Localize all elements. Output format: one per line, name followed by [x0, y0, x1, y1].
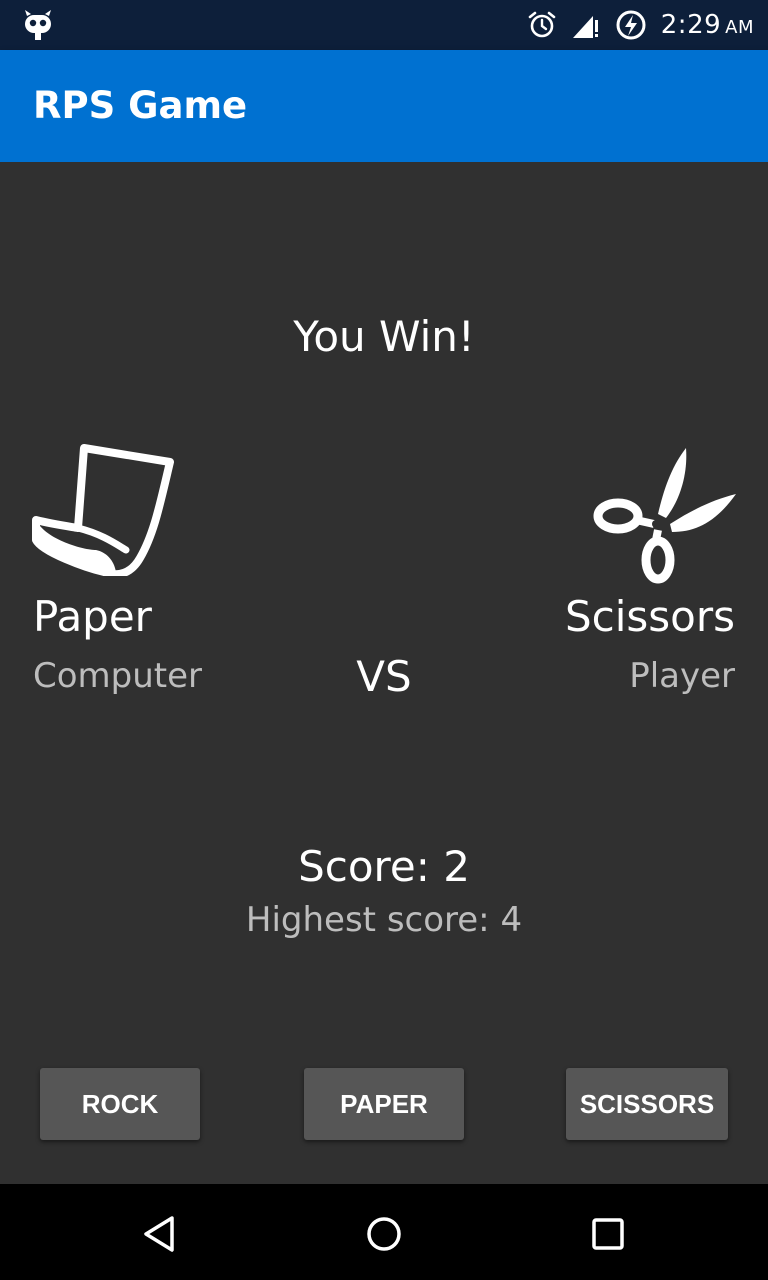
player-label: Player [629, 656, 735, 696]
status-icons: 2:29 AM [527, 0, 754, 50]
alarm-icon [528, 11, 556, 38]
highest-score-text: Highest score: 4 [245, 900, 523, 940]
signal-icon [572, 16, 598, 38]
paper-button[interactable]: PAPER [304, 1068, 464, 1140]
player-choice: Scissors [564, 592, 735, 641]
recents-icon[interactable] [586, 1212, 630, 1256]
scissors-button[interactable]: SCISSORS [566, 1068, 728, 1140]
navigation-bar [0, 1184, 768, 1280]
status-bar: 2:29 AM [0, 0, 768, 50]
home-icon[interactable] [362, 1212, 406, 1256]
rock-button[interactable]: ROCK [40, 1068, 200, 1140]
app-bar: RPS Game [0, 50, 768, 162]
app-title: RPS Game [33, 84, 248, 127]
back-icon[interactable] [138, 1212, 182, 1256]
paper-icon [32, 444, 174, 576]
status-time: 2:29 AM [660, 10, 754, 40]
scissors-icon [593, 448, 736, 584]
result-text: You Win! [293, 312, 475, 361]
computer-choice: Paper [33, 592, 152, 641]
game-area: You Win! Paper Scissors Computer VS Play… [0, 162, 768, 1184]
score-text: Score: 2 [298, 842, 470, 891]
battery-charging-icon [616, 10, 646, 40]
cyanogen-robot-icon [25, 10, 51, 40]
